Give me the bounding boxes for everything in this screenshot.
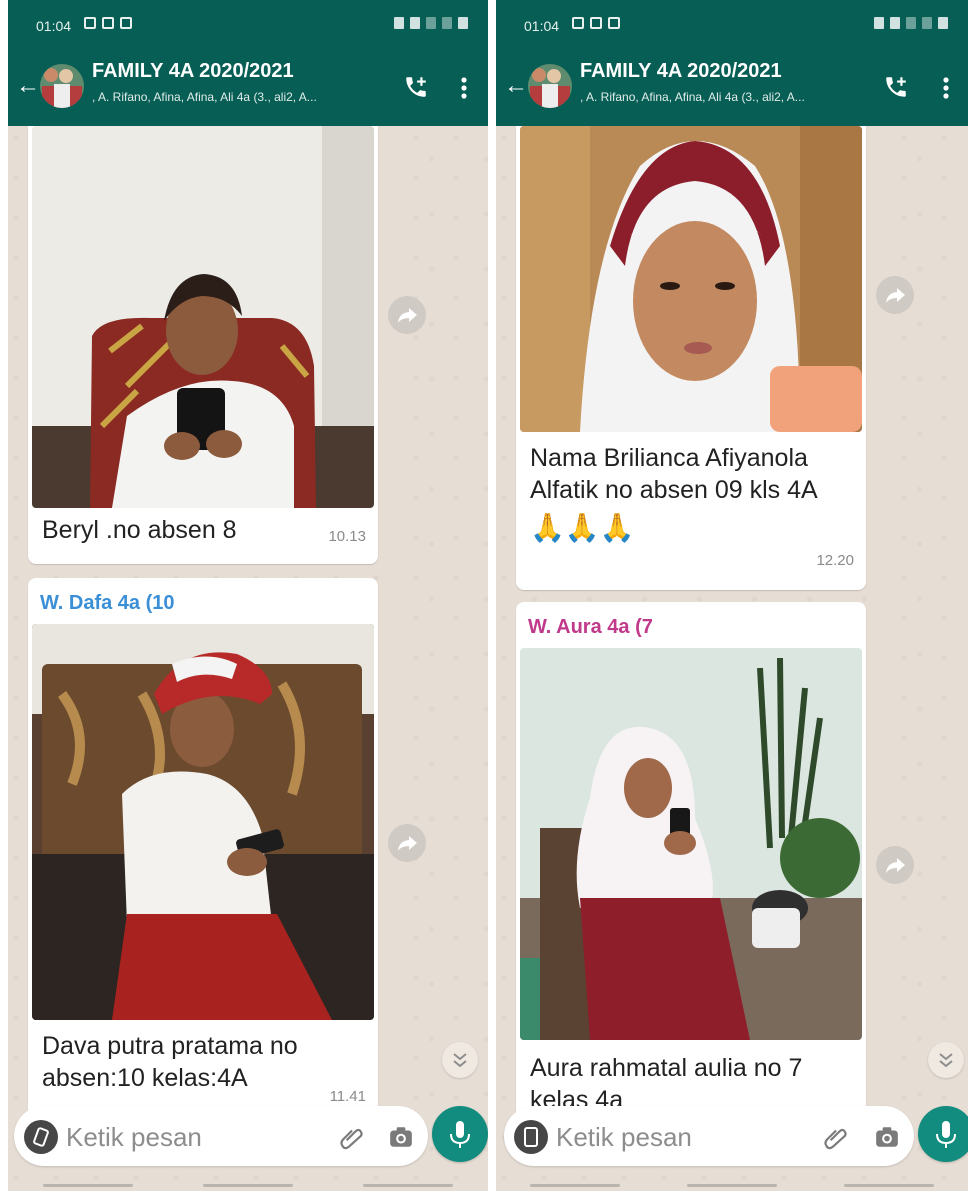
message-photo[interactable] <box>520 648 862 1040</box>
phone-screen-left: 01:04 ← FAMILY 4A 2020/2021 , A. Rifano,… <box>8 0 488 1191</box>
image-message[interactable]: Beryl .no absen 8 10.13 <box>28 126 378 564</box>
mic-icon <box>450 1121 470 1148</box>
group-members[interactable]: , A. Rifano, Afina, Afina, Ali 4a (3., a… <box>92 90 382 104</box>
message-time: 11.41 <box>329 1088 366 1105</box>
message-input[interactable] <box>556 1120 796 1154</box>
image-message[interactable]: Nama Brilianca Afiyanola Alfatik no abse… <box>516 126 866 590</box>
group-title[interactable]: FAMILY 4A 2020/2021 <box>580 60 782 83</box>
message-photo[interactable] <box>520 126 862 432</box>
message-emojis: 🙏🙏🙏 <box>530 512 635 543</box>
message-notification-icon <box>608 17 620 29</box>
forward-icon[interactable] <box>876 276 914 314</box>
network-icon <box>906 17 916 29</box>
alarm-icon <box>874 17 884 29</box>
chevron-double-down-icon[interactable] <box>928 1042 964 1078</box>
back-arrow-icon[interactable]: ← <box>16 74 40 98</box>
emoji-icon[interactable] <box>514 1120 548 1154</box>
battery-icon <box>938 17 948 29</box>
add-call-icon[interactable] <box>403 74 429 100</box>
chat-area: Beryl .no absen 8 10.13 W. Dafa 4a (10 D… <box>8 126 488 1191</box>
notification-icons <box>84 17 132 29</box>
phone-screen-right: 01:04 ← FAMILY 4A 2020/2021 , A. Rifano,… <box>496 0 968 1191</box>
battery-icon <box>458 17 468 29</box>
message-time: 12.20 <box>816 552 854 569</box>
mic-icon <box>936 1121 956 1148</box>
message-time: 10.13 <box>328 528 366 545</box>
system-nav-bar <box>496 1180 968 1191</box>
image-message[interactable]: W. Dafa 4a (10 Dava putra pratama no abs… <box>28 578 378 1118</box>
mic-button[interactable] <box>918 1106 968 1162</box>
status-bar: 01:04 <box>496 0 968 50</box>
group-title[interactable]: FAMILY 4A 2020/2021 <box>92 60 294 83</box>
chat-header: ← FAMILY 4A 2020/2021 , A. Rifano, Afina… <box>8 50 488 126</box>
group-members[interactable]: , A. Rifano, Afina, Afina, Ali 4a (3., a… <box>580 90 870 104</box>
divider <box>488 0 496 1191</box>
gallery-notification-icon <box>84 17 96 29</box>
chevron-double-down-icon[interactable] <box>442 1042 478 1078</box>
camera-icon[interactable] <box>388 1124 414 1150</box>
signal-icon <box>442 17 452 29</box>
message-notification-icon <box>120 17 132 29</box>
camera-notification-icon <box>590 17 602 29</box>
emoji-icon[interactable] <box>24 1120 58 1154</box>
mic-button[interactable] <box>432 1106 488 1162</box>
group-avatar[interactable] <box>528 64 572 108</box>
status-time: 01:04 <box>524 18 560 34</box>
status-bar: 01:04 <box>8 0 488 50</box>
message-input-bar <box>504 1106 914 1166</box>
message-caption: Nama Brilianca Afiyanola Alfatik no abse… <box>530 444 818 504</box>
chat-area: Nama Brilianca Afiyanola Alfatik no abse… <box>496 126 968 1191</box>
message-input[interactable] <box>66 1120 306 1154</box>
attach-icon[interactable] <box>822 1124 848 1150</box>
system-icons <box>874 17 948 29</box>
message-photo[interactable] <box>32 126 374 508</box>
mute-icon <box>890 17 900 29</box>
system-nav-bar <box>8 1180 488 1191</box>
chat-header: ← FAMILY 4A 2020/2021 , A. Rifano, Afina… <box>496 50 968 126</box>
forward-icon[interactable] <box>388 824 426 862</box>
status-time: 01:04 <box>36 18 72 34</box>
system-icons <box>394 17 468 29</box>
forward-icon[interactable] <box>388 296 426 334</box>
message-sender: W. Aura 4a (7 <box>528 616 653 638</box>
gallery-notification-icon <box>572 17 584 29</box>
forward-icon[interactable] <box>876 846 914 884</box>
mute-icon <box>410 17 420 29</box>
signal-icon <box>922 17 932 29</box>
back-arrow-icon[interactable]: ← <box>504 74 528 98</box>
notification-icons <box>572 17 620 29</box>
more-vert-icon[interactable] <box>454 74 474 102</box>
add-call-icon[interactable] <box>883 74 909 100</box>
message-input-bar <box>14 1106 428 1166</box>
attach-icon[interactable] <box>338 1124 364 1150</box>
image-message[interactable]: W. Aura 4a (7 Aura rahmatal aulia no 7 k… <box>516 602 866 1122</box>
message-caption: Beryl .no absen 8 <box>42 516 237 544</box>
message-caption: Aura rahmatal aulia no 7 <box>530 1054 803 1082</box>
network-icon <box>426 17 436 29</box>
message-photo[interactable] <box>32 624 374 1020</box>
camera-notification-icon <box>102 17 114 29</box>
more-vert-icon[interactable] <box>936 74 956 102</box>
message-sender: W. Dafa 4a (10 <box>40 592 175 614</box>
group-avatar[interactable] <box>40 64 84 108</box>
message-caption: Dava putra pratama no absen:10 kelas:4A <box>42 1032 298 1092</box>
camera-icon[interactable] <box>874 1124 900 1150</box>
alarm-icon <box>394 17 404 29</box>
